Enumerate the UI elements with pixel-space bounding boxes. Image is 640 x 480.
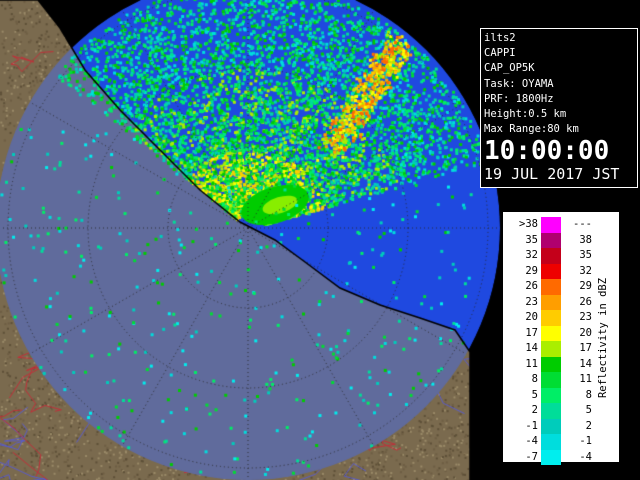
legend-row: 8 11 [510,372,596,388]
legend-row: -4 -1 [510,434,596,450]
legend-color-swatch [541,248,561,264]
legend-color-swatch [541,434,561,450]
legend-color-swatch [541,294,561,310]
legend-color-swatch [541,372,561,388]
legend-upper-bound: 29 [579,280,592,292]
legend-lower-bound: 23 [525,295,538,308]
legend-lower-bound: 5 [531,388,538,401]
legend-lower-bound: -4 [525,435,538,447]
legend-lower-bound: 29 [525,264,538,277]
legend-upper-bound: 5 [585,404,592,416]
legend-color-swatch [541,279,561,295]
legend-lower-bound: 20 [525,311,538,323]
legend-upper-bound: 32 [579,264,592,277]
legend-upper-bound: -4 [579,450,592,463]
legend-row: 58 [510,387,596,403]
legend-row: 32 35 [510,248,596,264]
legend-color-swatch [541,325,561,341]
legend-upper-bound: --- [573,218,592,230]
legend-row: -7 -4 [510,449,596,465]
legend-upper-bound: 11 [579,373,592,385]
product-type: CAPPI [484,47,516,60]
reflectivity-legend: >38 --- 35 38 32 35 29 32 26 29 23 26 20 23 17 20 14 17 11… [502,211,620,465]
legend-lower-bound: 11 [525,357,538,370]
legend-row: 29 32 [510,263,596,279]
height-value: Height:0.5 km [484,108,567,121]
legend-row: >38 --- [510,217,596,233]
legend-lower-bound: 2 [531,404,538,416]
task-name: Task: OYAMA [484,77,554,90]
legend-unit-label: Reflectivity in dBZ [597,277,609,399]
legend-upper-bound: 26 [579,295,592,308]
legend-row: 26 29 [510,279,596,295]
legend-row: 17 20 [510,325,596,341]
radar-info-panel: ilts2 CAPPI CAP_OP5K Task: OYAMA PRF: 18… [480,28,638,188]
legend-color-swatch [541,403,561,419]
observation-date: 19 JUL 2017 JST [484,165,620,184]
legend-color-swatch [541,310,561,326]
legend-row: 11 14 [510,356,596,372]
legend-lower-bound: 35 [525,233,538,246]
legend-upper-bound: 38 [579,233,592,246]
legend-row: 20 23 [510,310,596,326]
legend-color-swatch [541,449,561,465]
legend-lower-bound: >38 [519,218,538,230]
legend-upper-bound: 35 [579,249,592,261]
legend-color-swatch [541,341,561,357]
site-name: ilts2 [484,32,516,44]
legend-lower-bound: 17 [525,326,538,339]
legend-upper-bound: 20 [579,326,592,339]
legend-row: 35 38 [510,232,596,248]
legend-color-swatch [541,387,561,403]
legend-row: 23 26 [510,294,596,310]
max-range-value: Max Range:80 km [484,123,579,136]
legend-color-swatch [541,263,561,279]
legend-lower-bound: 8 [531,373,538,385]
legend-rows: >38 --- 35 38 32 35 29 32 26 29 23 26 20 23 17 20 14 17 11… [510,217,596,465]
observation-time: 10:00:00 [484,136,610,167]
legend-color-swatch [541,232,561,248]
legend-upper-bound: 2 [585,419,592,432]
legend-color-swatch [541,217,561,233]
legend-upper-bound: 17 [579,342,592,354]
legend-upper-bound: 14 [579,357,592,370]
legend-color-swatch [541,356,561,372]
legend-color-swatch [541,418,561,434]
prf-value: PRF: 1800Hz [484,92,554,105]
legend-row: 14 17 [510,341,596,357]
legend-row: 25 [510,403,596,419]
legend-lower-bound: -1 [525,419,538,432]
legend-row: -1 2 [510,418,596,434]
legend-lower-bound: 32 [525,249,538,261]
legend-upper-bound: -1 [579,435,592,447]
legend-upper-bound: 23 [579,311,592,323]
legend-upper-bound: 8 [585,388,592,401]
product-code: CAP_OP5K [484,62,535,75]
legend-lower-bound: 14 [525,342,538,354]
legend-lower-bound: -7 [525,450,538,463]
legend-lower-bound: 26 [525,280,538,292]
